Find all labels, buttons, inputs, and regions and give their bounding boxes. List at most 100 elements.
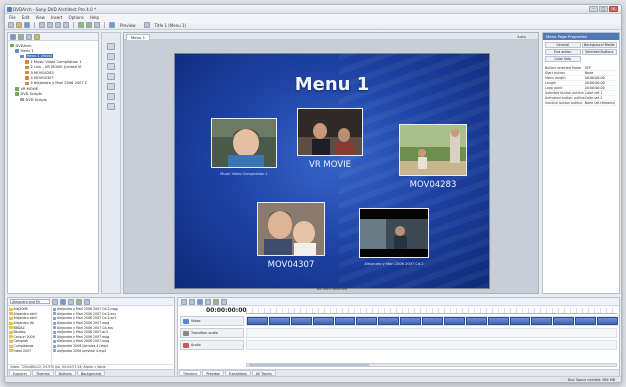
video-clip[interactable] [531, 317, 553, 325]
property-value[interactable]: Color set 1 [585, 91, 617, 95]
menu-view[interactable]: View [35, 15, 45, 20]
snap-icon[interactable] [181, 298, 187, 305]
property-value[interactable]: 00:00:00:00 [585, 81, 617, 85]
text-tool-icon[interactable] [107, 63, 115, 70]
audio-track-lane[interactable] [246, 340, 617, 350]
add-title-icon[interactable] [18, 33, 24, 40]
minimize-button[interactable]: – [589, 6, 598, 12]
timeline-scrollbar[interactable] [246, 363, 617, 367]
general-button[interactable]: General [545, 42, 581, 48]
menu-button-thumbnail[interactable] [297, 108, 363, 156]
track-header-transition[interactable]: Transition audio [180, 328, 244, 338]
up-folder-icon[interactable] [52, 298, 58, 305]
undo-icon[interactable] [78, 22, 84, 28]
time-ruler[interactable] [246, 308, 617, 314]
video-clip[interactable] [334, 317, 356, 325]
play-icon[interactable] [34, 33, 40, 40]
video-clip[interactable] [247, 317, 268, 325]
end-action-button[interactable]: End action [545, 49, 581, 55]
grid-icon[interactable] [107, 103, 115, 110]
close-button[interactable]: × [609, 6, 618, 12]
zoom-tool-icon[interactable] [107, 53, 115, 60]
align-tool-icon[interactable] [107, 73, 115, 80]
background-media-button[interactable]: Background Media [581, 42, 617, 48]
marker-icon[interactable] [205, 298, 211, 305]
video-clip[interactable] [553, 317, 575, 325]
video-clip[interactable] [509, 317, 531, 325]
menu-insert[interactable]: Insert [51, 15, 62, 20]
distribute-tool-icon[interactable] [107, 83, 115, 90]
delete-file-icon[interactable] [68, 298, 74, 305]
menu-button-thumbnail[interactable] [257, 202, 325, 256]
video-clip[interactable] [378, 317, 400, 325]
views-icon[interactable] [84, 298, 90, 305]
save-icon[interactable] [24, 22, 30, 28]
video-track-lane[interactable] [246, 316, 618, 326]
properties-icon[interactable] [94, 22, 100, 28]
paste-icon[interactable] [55, 22, 61, 28]
trim-icon[interactable] [189, 298, 195, 305]
redo-icon[interactable] [86, 22, 92, 28]
track-header-audio[interactable]: Audio [180, 340, 244, 350]
zoom-selector[interactable]: Auto [517, 34, 526, 39]
add-menu-icon[interactable] [10, 33, 16, 40]
preview-icon[interactable] [109, 22, 115, 28]
loop-icon[interactable] [213, 298, 219, 305]
video-clip[interactable] [312, 317, 334, 325]
safe-area-icon[interactable] [107, 93, 115, 100]
menu-title[interactable]: Menu 1 [175, 74, 489, 95]
ripple-icon[interactable] [221, 298, 227, 305]
selected-buttons-button[interactable]: Selected Buttons [581, 49, 617, 55]
refresh-icon[interactable] [60, 298, 66, 305]
video-clip[interactable] [487, 317, 509, 325]
remove-icon[interactable] [26, 33, 32, 40]
property-value[interactable]: 00:00:00:00 [585, 86, 617, 90]
video-clip[interactable] [422, 317, 443, 325]
video-clip[interactable] [268, 317, 290, 325]
file-item[interactable]: Alejandro 2006 preview 4.mp4 [52, 348, 174, 353]
menu-help[interactable]: Help [90, 15, 99, 20]
open-icon[interactable] [16, 22, 22, 28]
property-value[interactable]: 00:00:00:00 [585, 76, 617, 80]
title-selector[interactable]: Title 1 (Menu 1) [155, 23, 187, 28]
preview-button[interactable]: Preview [120, 23, 136, 28]
property-row[interactable]: Inactive button outline None (all ttlmain… [545, 101, 617, 106]
property-value[interactable]: None [585, 71, 617, 75]
copy-icon[interactable] [47, 22, 53, 28]
new-icon[interactable] [8, 22, 14, 28]
menu-button-thumbnail[interactable] [399, 124, 467, 176]
menu-button-thumbnail[interactable] [211, 118, 277, 168]
video-clip[interactable] [575, 317, 596, 325]
video-clip[interactable] [597, 317, 618, 325]
video-clip[interactable] [290, 317, 312, 325]
folder-item[interactable]: Fotos 2007 [9, 348, 50, 353]
video-clip[interactable] [356, 317, 378, 325]
start-preview-icon[interactable] [76, 298, 82, 305]
split-icon[interactable] [197, 298, 203, 305]
delete-icon[interactable] [63, 22, 69, 28]
menu-file[interactable]: File [9, 15, 16, 20]
cut-icon[interactable] [39, 22, 45, 28]
menu-button-caption[interactable]: MOV04307 [249, 260, 333, 270]
scrollbar-thumb[interactable] [249, 364, 369, 366]
menu-button-caption[interactable]: Alejandro y Mari 2006 2007 Cd.2 [345, 262, 443, 266]
menu-button-thumbnail[interactable] [359, 208, 429, 258]
property-value[interactable]: None (all ttlmains) [585, 101, 617, 105]
menu-button-caption[interactable]: VR MOVIE [287, 160, 373, 170]
select-tool-icon[interactable] [107, 43, 115, 50]
video-clip[interactable] [443, 317, 465, 325]
tree-item[interactable]: DVD Scripts [10, 97, 96, 102]
menu-button-caption[interactable]: Music Video Compilation 1 [201, 172, 287, 176]
maximize-button[interactable]: □ [599, 6, 608, 12]
tab-menu-1[interactable]: Menu 1 [126, 34, 151, 40]
property-value[interactable]: OFF [585, 66, 617, 70]
menu-edit[interactable]: Edit [22, 15, 30, 20]
property-value[interactable]: Color set 2 [585, 96, 617, 100]
transition-track-lane[interactable] [246, 328, 617, 338]
video-clip[interactable] [465, 317, 487, 325]
video-clip[interactable] [400, 317, 421, 325]
menu-button-caption[interactable]: MOV04283 [391, 180, 475, 190]
track-header-video[interactable]: Video [180, 316, 244, 326]
explorer-path-box[interactable]: Alejandro and Mi [10, 299, 50, 304]
menu-options[interactable]: Options [68, 15, 83, 20]
